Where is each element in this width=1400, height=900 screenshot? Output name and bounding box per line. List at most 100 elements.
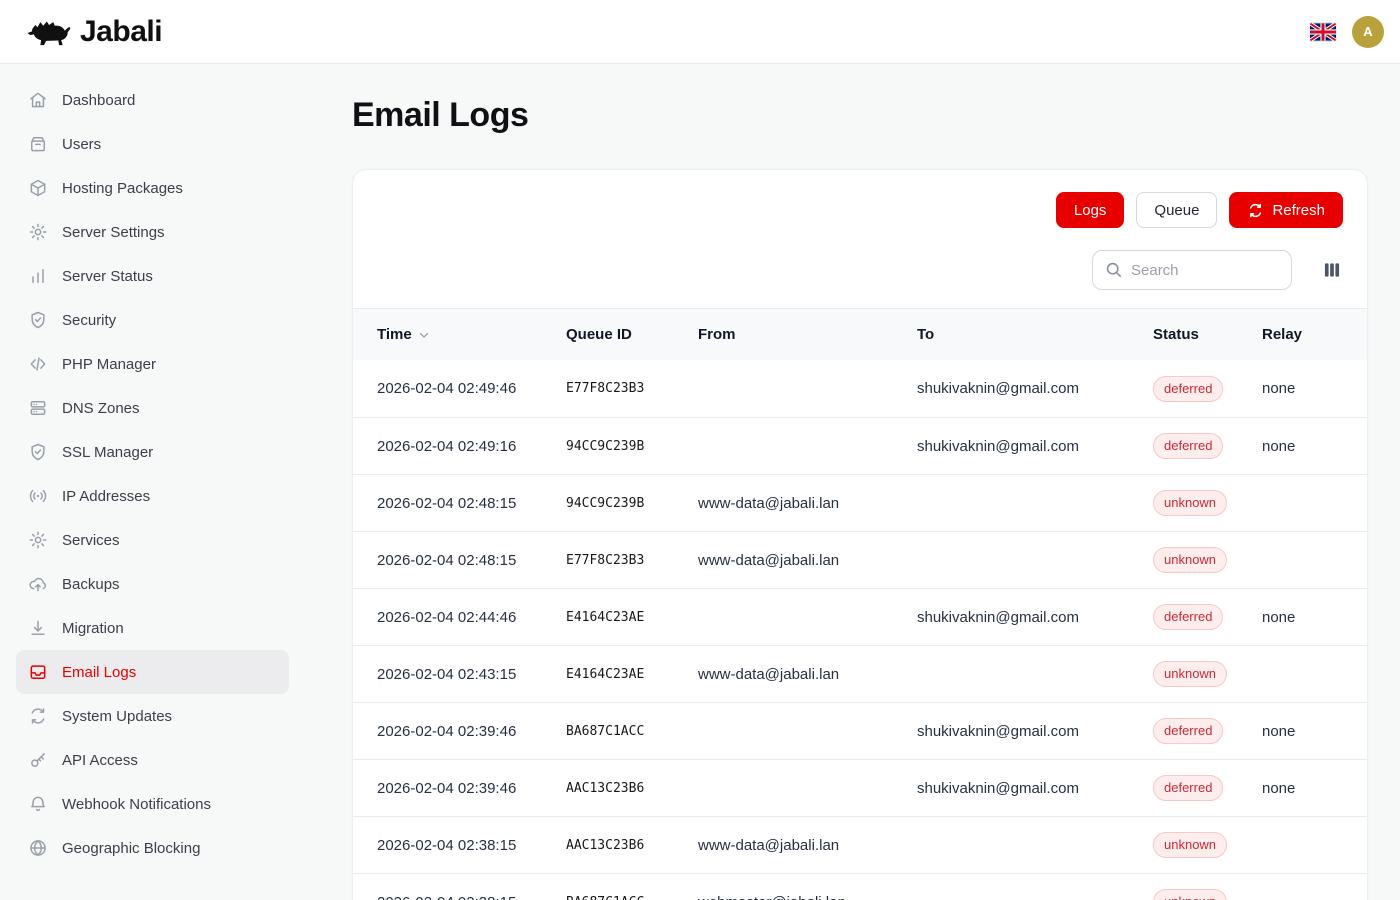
globe-icon <box>28 838 48 858</box>
cell-time: 2026-02-04 02:39:46 <box>353 723 566 740</box>
cell-from: www-data@jabali.lan <box>698 666 917 683</box>
sidebar-item-email-logs[interactable]: Email Logs <box>16 650 289 694</box>
sidebar-item-server-status[interactable]: Server Status <box>16 254 289 298</box>
cell-queue-id: E4164C23AE <box>566 610 698 625</box>
column-header-label: Time <box>377 326 412 343</box>
queue-button[interactable]: Queue <box>1136 192 1217 228</box>
column-header-from[interactable]: From <box>698 326 917 343</box>
table-row: 2026-02-04 02:48:15 94CC9C239B www-data@… <box>353 474 1367 531</box>
sidebar-item-php-manager[interactable]: PHP Manager <box>16 342 289 386</box>
page-title: Email Logs <box>352 96 1368 135</box>
sidebar-item-label: Server Status <box>62 268 153 285</box>
sidebar-item-ip-addresses[interactable]: IP Addresses <box>16 474 289 518</box>
columns-toggle-icon[interactable] <box>1322 260 1342 280</box>
refresh-button[interactable]: Refresh <box>1229 192 1343 228</box>
cell-time: 2026-02-04 02:48:15 <box>353 552 566 569</box>
sidebar-item-hosting-packages[interactable]: Hosting Packages <box>16 166 289 210</box>
cell-queue-id: E77F8C23B3 <box>566 381 698 396</box>
table-row: 2026-02-04 02:44:46 E4164C23AE shukivakn… <box>353 588 1367 645</box>
column-header-relay[interactable]: Relay <box>1262 326 1367 343</box>
sidebar-item-api-access[interactable]: API Access <box>16 738 289 782</box>
column-header-label: Queue ID <box>566 326 632 343</box>
main-content: Email Logs Logs Queue Refresh <box>305 64 1400 900</box>
sidebar-item-label: Backups <box>62 576 120 593</box>
sidebar-item-system-updates[interactable]: System Updates <box>16 694 289 738</box>
column-header-queue-id[interactable]: Queue ID <box>566 326 698 343</box>
status-badge: deferred <box>1153 433 1223 459</box>
sidebar-item-label: PHP Manager <box>62 356 156 373</box>
sidebar-item-label: Hosting Packages <box>62 180 183 197</box>
sidebar-item-security[interactable]: Security <box>16 298 289 342</box>
cell-from: www-data@jabali.lan <box>698 552 917 569</box>
archive-box-icon <box>28 134 48 154</box>
cell-relay: none <box>1262 723 1367 740</box>
sidebar-nav: Dashboard Users Hosting Packages Server … <box>0 64 305 900</box>
cell-queue-id: BA687C1ACC <box>566 895 698 900</box>
boar-logo-icon <box>26 15 72 48</box>
sort-chevron-down-icon <box>417 328 431 342</box>
sidebar-item-migration[interactable]: Migration <box>16 606 289 650</box>
shield-check-icon <box>28 442 48 462</box>
cell-queue-id: AAC13C23B6 <box>566 781 698 796</box>
cell-time: 2026-02-04 02:49:46 <box>353 380 566 397</box>
column-header-to[interactable]: To <box>917 326 1153 343</box>
sidebar-item-label: Server Settings <box>62 224 165 241</box>
topbar: Jabali A <box>0 0 1400 64</box>
sidebar-item-backups[interactable]: Backups <box>16 562 289 606</box>
column-header-time[interactable]: Time <box>353 326 566 343</box>
sidebar-item-label: System Updates <box>62 708 172 725</box>
cell-status: deferred <box>1153 376 1262 402</box>
cell-status: deferred <box>1153 433 1262 459</box>
home-icon <box>28 90 48 110</box>
cell-queue-id: E4164C23AE <box>566 667 698 682</box>
refresh-icon <box>28 706 48 726</box>
column-header-status[interactable]: Status <box>1153 326 1262 343</box>
status-badge: deferred <box>1153 775 1223 801</box>
cell-status: deferred <box>1153 604 1262 630</box>
status-badge: unknown <box>1153 661 1227 687</box>
sidebar-item-webhook-notifications[interactable]: Webhook Notifications <box>16 782 289 826</box>
logs-button[interactable]: Logs <box>1056 192 1125 228</box>
sidebar-item-label: Geographic Blocking <box>62 840 200 857</box>
sidebar-item-dns-zones[interactable]: DNS Zones <box>16 386 289 430</box>
sidebar-item-users[interactable]: Users <box>16 122 289 166</box>
cell-status: unknown <box>1153 661 1262 687</box>
status-badge: deferred <box>1153 604 1223 630</box>
bar-chart-icon <box>28 266 48 286</box>
sidebar-item-server-settings[interactable]: Server Settings <box>16 210 289 254</box>
sidebar-item-services[interactable]: Services <box>16 518 289 562</box>
code-icon <box>28 354 48 374</box>
cell-status: unknown <box>1153 889 1262 900</box>
cell-to: shukivaknin@gmail.com <box>917 723 1153 740</box>
gear-icon <box>28 222 48 242</box>
cell-queue-id: 94CC9C239B <box>566 496 698 511</box>
cell-time: 2026-02-04 02:38:15 <box>353 894 566 900</box>
uk-flag-language-icon[interactable] <box>1310 23 1336 41</box>
app-layout: Dashboard Users Hosting Packages Server … <box>0 64 1400 900</box>
cube-icon <box>28 178 48 198</box>
shield-check-icon <box>28 310 48 330</box>
table-row: 2026-02-04 02:49:16 94CC9C239B shukivakn… <box>353 417 1367 474</box>
sidebar-item-label: IP Addresses <box>62 488 150 505</box>
download-icon <box>28 618 48 638</box>
cloud-upload-icon <box>28 574 48 594</box>
sidebar-item-geographic-blocking[interactable]: Geographic Blocking <box>16 826 289 870</box>
sidebar-item-ssl-manager[interactable]: SSL Manager <box>16 430 289 474</box>
avatar[interactable]: A <box>1352 16 1384 48</box>
table-body: 2026-02-04 02:49:46 E77F8C23B3 shukivakn… <box>353 360 1367 900</box>
column-header-label: From <box>698 326 736 343</box>
cell-to: shukivaknin@gmail.com <box>917 780 1153 797</box>
email-logs-card: Logs Queue Refresh <box>352 169 1368 900</box>
brand-logo[interactable]: Jabali <box>26 15 162 49</box>
cell-time: 2026-02-04 02:44:46 <box>353 609 566 626</box>
cell-status: deferred <box>1153 775 1262 801</box>
status-badge: unknown <box>1153 832 1227 858</box>
cell-from: www-data@jabali.lan <box>698 837 917 854</box>
sidebar-item-label: DNS Zones <box>62 400 140 417</box>
sidebar-item-dashboard[interactable]: Dashboard <box>16 78 289 122</box>
cell-queue-id: BA687C1ACC <box>566 724 698 739</box>
cell-time: 2026-02-04 02:49:16 <box>353 438 566 455</box>
refresh-icon <box>1247 202 1264 219</box>
cell-relay: none <box>1262 380 1367 397</box>
cell-time: 2026-02-04 02:48:15 <box>353 495 566 512</box>
